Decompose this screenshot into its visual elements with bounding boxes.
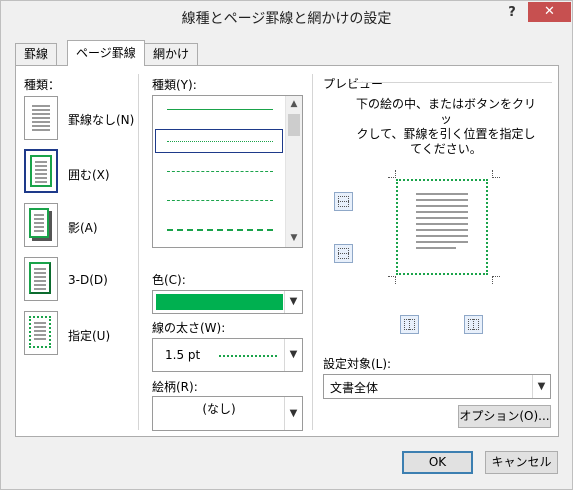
preview-page[interactable] [396,179,488,275]
line-style-listbox[interactable]: ▲ ▼ [152,95,303,248]
cancel-button[interactable]: キャンセル [485,451,558,474]
setting-shadow-button[interactable] [24,203,58,247]
line-style-dotted[interactable] [167,141,273,142]
line-width-value: 1.5 pt [165,348,201,362]
corner-mark-tr [492,170,500,178]
apply-to-dropdown[interactable]: 文書全体 ▼ [323,374,551,399]
separator-right [312,74,313,430]
line-style-dash-long[interactable] [167,229,273,231]
line-width-preview [219,355,277,357]
setting-none-button[interactable] [24,96,58,140]
apply-to-label: 設定対象(L): [323,357,392,371]
preview-label: プレビュー [323,77,384,91]
setting-3d-label: 3-D(D) [68,273,108,287]
setting-custom-label: 指定(U) [68,329,111,343]
corner-mark-tl [388,170,396,178]
help-button[interactable]: ? [498,2,526,24]
setting-shadow-label: 影(A) [68,221,98,235]
page-border-panel: 種類： 罫線なし(N) 囲む(X) 影(A) 3-D(D) 指定(U) 種類(Y… [15,65,559,437]
bottom-border-toggle-icon[interactable] [334,244,353,263]
color-label: 色(C): [152,273,186,287]
separator-left [138,74,139,430]
style-label: 種類(Y): [152,78,197,92]
scroll-up-icon[interactable]: ▲ [286,96,302,113]
preview-rule [350,82,552,83]
chevron-down-icon[interactable]: ▼ [284,397,302,430]
chevron-down-icon[interactable]: ▼ [532,375,550,398]
line-style-scrollbar[interactable]: ▲ ▼ [285,96,302,247]
tab-page-border[interactable]: ページ罫線 [67,40,145,66]
preview-instructions: 下の絵の中、またはボタンをクリッ クして、罫線を引く位置を指定し てください。 [356,97,536,157]
line-style-dashed-short[interactable] [167,171,273,172]
art-value: (なし) [202,402,236,416]
left-border-toggle-icon[interactable] [400,315,419,334]
setting-custom-icon [29,316,51,348]
tab-shading[interactable]: 網かけ [144,43,199,65]
ok-button[interactable]: OK [402,451,473,474]
line-style-dashed[interactable] [167,200,273,201]
setting-3d-button[interactable] [24,257,58,301]
chevron-down-icon[interactable]: ▼ [284,339,302,371]
color-dropdown[interactable]: ▼ [152,290,303,314]
scroll-thumb[interactable] [288,114,300,136]
dialog-title: 線種とページ罫線と網かけの設定 [181,11,392,27]
instruction-line-1: 下の絵の中、またはボタンをクリッ [356,97,537,126]
scroll-down-icon[interactable]: ▼ [286,230,302,247]
art-dropdown[interactable]: (なし) ▼ [152,396,303,431]
setting-box-button[interactable] [24,149,58,193]
options-button[interactable]: オプション(O)... [458,405,551,428]
title-bar: 線種とページ罫線と網かけの設定 ? ✕ [1,1,572,32]
corner-mark-bl [388,276,396,284]
chevron-down-icon[interactable]: ▼ [284,291,302,313]
setting-none-label: 罫線なし(N) [68,113,135,127]
line-style-solid[interactable] [167,109,273,110]
color-swatch [156,294,283,310]
apply-to-value: 文書全体 [330,381,379,395]
width-label: 線の太さ(W): [152,321,226,335]
tab-borders[interactable]: 罫線 [15,43,58,65]
instruction-line-2: クして、罫線を引く位置を指定し [356,127,536,141]
settings-label: 種類： [24,78,61,92]
close-button[interactable]: ✕ [528,2,571,22]
right-border-toggle-icon[interactable] [464,315,483,334]
instruction-line-3: てください。 [410,142,482,156]
corner-mark-br [492,276,500,284]
top-border-toggle-icon[interactable] [334,192,353,211]
art-label: 絵柄(R): [152,380,198,394]
line-width-dropdown[interactable]: 1.5 pt ▼ [152,338,303,372]
setting-custom-button[interactable] [24,311,58,355]
dialog-window: 線種とページ罫線と網かけの設定 ? ✕ 罫線 ページ罫線 網かけ 種類： 罫線な… [0,0,573,490]
setting-box-label: 囲む(X) [68,168,110,182]
